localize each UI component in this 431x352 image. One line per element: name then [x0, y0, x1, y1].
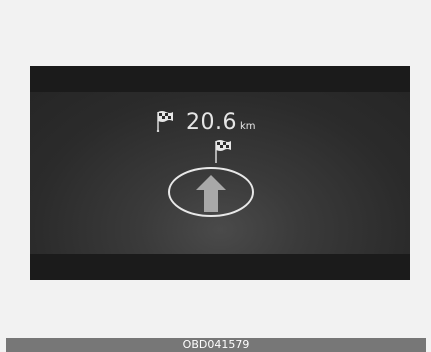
display-bottom-band: [30, 254, 410, 280]
straight-arrow-icon: [196, 175, 226, 212]
distance-unit: km: [239, 121, 256, 132]
distance-readout: 20.6 km: [156, 106, 256, 134]
distance-value: 20.6: [186, 110, 237, 135]
destination-flag-icon: [215, 140, 231, 163]
display-top-band: [30, 66, 410, 92]
checkered-flag-icon: [156, 111, 173, 132]
cluster-display: 20.6 km: [30, 66, 410, 280]
turn-indicator: [168, 167, 254, 217]
figure-code-label: OBD041579: [6, 338, 426, 352]
